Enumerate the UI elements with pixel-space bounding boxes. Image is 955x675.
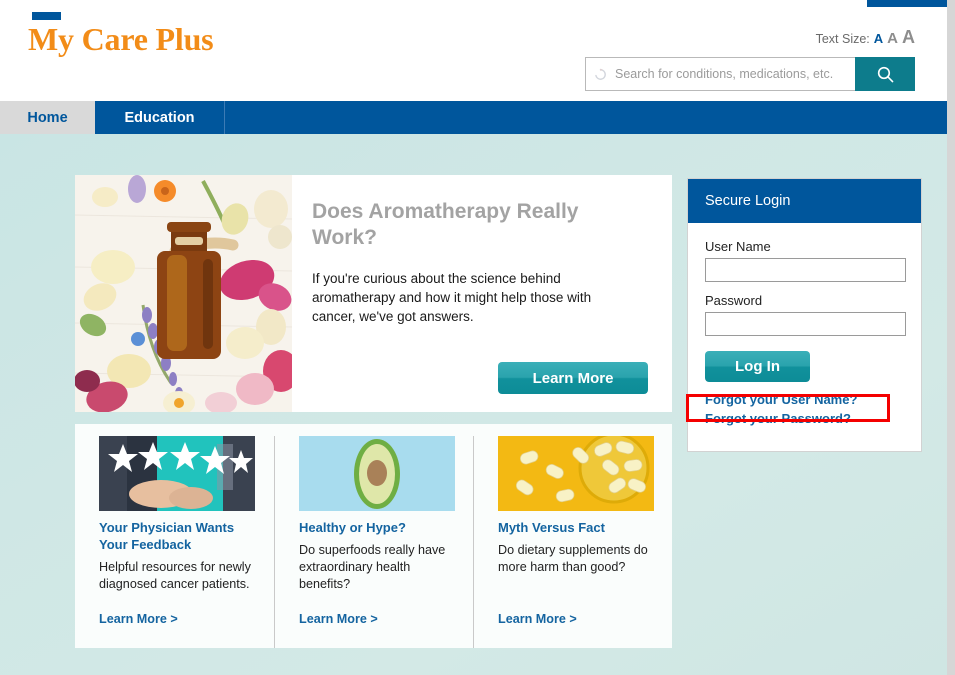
loading-spinner-icon xyxy=(595,67,606,80)
top-accent-bar xyxy=(867,0,947,7)
article-card: Myth Versus Fact Do dietary supplements … xyxy=(473,436,672,648)
site-logo[interactable]: My Care Plus xyxy=(28,12,214,57)
text-size-label: Text Size: xyxy=(815,32,870,46)
password-label: Password xyxy=(705,293,763,308)
site-header: My Care Plus Text Size: A A A xyxy=(0,7,947,101)
hero-learn-more-button[interactable]: Learn More xyxy=(498,362,648,394)
card-description: Helpful resources for newly diagnosed ca… xyxy=(99,559,251,591)
card-title[interactable]: Your Physician Wants Your Feedback xyxy=(99,520,254,554)
card-image-avocado xyxy=(299,436,455,511)
username-label: User Name xyxy=(705,239,771,254)
article-card: Your Physician Wants Your Feedback Helpf… xyxy=(75,436,274,648)
article-card: Healthy or Hype? Do superfoods really ha… xyxy=(274,436,473,648)
username-input[interactable] xyxy=(705,258,906,282)
avocado-icon xyxy=(299,436,455,511)
text-size-control: Text Size: A A A xyxy=(816,28,915,46)
primary-navigation: Home Education xyxy=(0,101,947,134)
five-star-rating-icon xyxy=(99,436,255,511)
search-field-wrapper xyxy=(585,57,855,91)
article-cards-section: Your Physician Wants Your Feedback Helpf… xyxy=(75,424,672,648)
login-panel-heading: Secure Login xyxy=(688,179,921,223)
login-panel-body: User Name Password Log In Forgot your Us… xyxy=(688,223,921,451)
card-description: Do superfoods really have extraordinary … xyxy=(299,542,446,591)
forgot-username-link[interactable]: Forgot your User Name? xyxy=(705,391,904,410)
nav-item-education[interactable]: Education xyxy=(95,101,225,134)
card-image-physician-feedback xyxy=(99,436,255,511)
secure-login-panel: Secure Login User Name Password Log In F… xyxy=(687,178,922,452)
page-root: My Care Plus Text Size: A A A Search for… xyxy=(0,0,947,675)
nav-item-home[interactable]: Home xyxy=(0,101,95,134)
card-title[interactable]: Myth Versus Fact xyxy=(498,520,652,537)
hero-image xyxy=(75,175,292,412)
login-submit-button[interactable]: Log In xyxy=(705,351,810,382)
card-image-supplements xyxy=(498,436,654,511)
card-description: Do dietary supplements do more harm than… xyxy=(498,542,648,574)
password-input[interactable] xyxy=(705,312,906,336)
text-size-large-button[interactable]: A xyxy=(902,28,915,46)
logo-wordmark: My Care Plus xyxy=(28,21,214,57)
hero-description: If you're curious about the science behi… xyxy=(312,271,592,325)
search-button[interactable] xyxy=(855,57,915,91)
hero-text-block: Does Aromatherapy Really Work? If you're… xyxy=(292,175,672,412)
supplement-capsules-icon xyxy=(498,436,654,511)
card-learn-more-link[interactable]: Learn More > xyxy=(99,612,178,626)
card-learn-more-link[interactable]: Learn More > xyxy=(299,612,378,626)
text-size-medium-button[interactable]: A xyxy=(887,31,898,46)
search-icon xyxy=(877,66,893,82)
search-bar xyxy=(585,57,915,91)
hero-photo-illustration xyxy=(75,175,292,412)
text-size-small-button[interactable]: A xyxy=(874,32,883,45)
card-title[interactable]: Healthy or Hype? xyxy=(299,520,453,537)
logo-dash-mark xyxy=(32,12,61,20)
hero-card: Does Aromatherapy Really Work? If you're… xyxy=(75,175,672,412)
hero-title: Does Aromatherapy Really Work? xyxy=(312,200,579,250)
search-input[interactable] xyxy=(613,66,855,82)
forgot-password-link[interactable]: Forgot your Password? xyxy=(705,410,904,429)
card-learn-more-link[interactable]: Learn More > xyxy=(498,612,577,626)
